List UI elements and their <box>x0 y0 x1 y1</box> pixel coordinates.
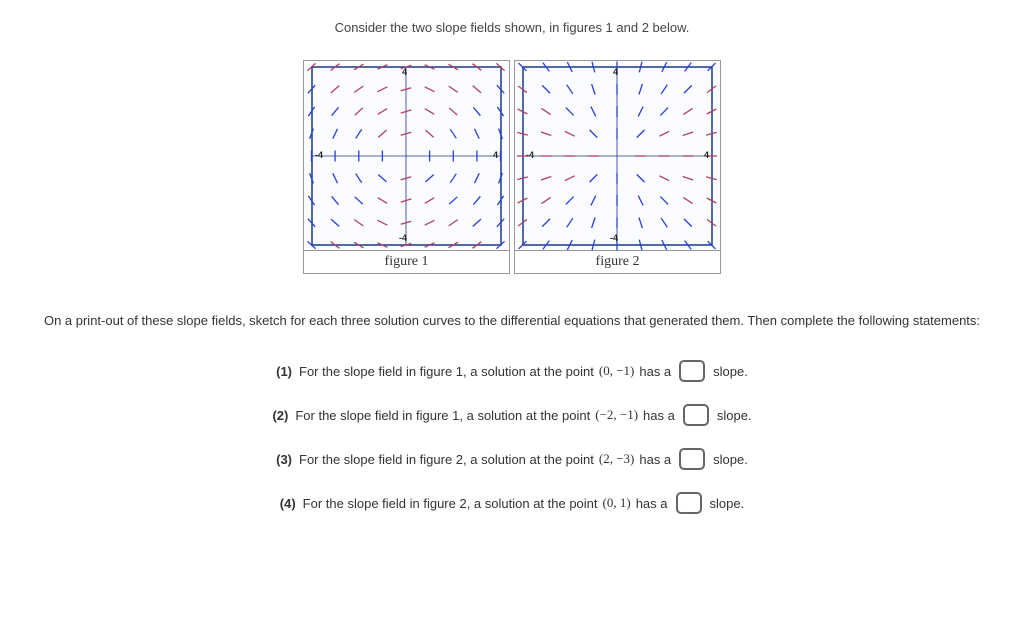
questions-list: (1) For the slope field in figure 1, a s… <box>10 360 1014 514</box>
slope-field-2: 4 -4 -4 4 <box>515 61 720 251</box>
figure-1-caption: figure 1 <box>304 251 509 273</box>
intro-text: Consider the two slope fields shown, in … <box>10 20 1014 35</box>
q4-input[interactable] <box>676 492 702 514</box>
q2-point: (−2, −1) <box>595 407 638 423</box>
q2-pre: For the slope field in figure 1, a solut… <box>295 408 590 423</box>
q3-post1: has a <box>639 452 671 467</box>
axis-top-1: 4 <box>402 68 407 77</box>
question-2: (2) For the slope field in figure 1, a s… <box>272 404 751 426</box>
question-3: (3) For the slope field in figure 2, a s… <box>276 448 748 470</box>
q1-pre: For the slope field in figure 1, a solut… <box>299 364 594 379</box>
axis-top-2: 4 <box>613 68 618 77</box>
q1-num: (1) <box>276 364 292 379</box>
figure-2-caption: figure 2 <box>515 251 720 273</box>
question-1: (1) For the slope field in figure 1, a s… <box>276 360 748 382</box>
q1-point: (0, −1) <box>599 363 635 379</box>
slope-field-1-svg <box>304 61 509 251</box>
q4-num: (4) <box>280 496 296 511</box>
figure-2-cell: 4 -4 -4 4 figure 2 <box>514 60 721 274</box>
figures-container: 4 -4 -4 4 figure 1 4 -4 -4 4 figure 2 <box>10 60 1014 274</box>
q2-input[interactable] <box>683 404 709 426</box>
q3-post2: slope. <box>713 452 748 467</box>
q4-pre: For the slope field in figure 2, a solut… <box>303 496 598 511</box>
q2-post1: has a <box>643 408 675 423</box>
q1-post2: slope. <box>713 364 748 379</box>
slope-field-1: 4 -4 -4 4 <box>304 61 509 251</box>
q4-post2: slope. <box>710 496 745 511</box>
slope-field-2-svg <box>515 61 720 251</box>
question-4: (4) For the slope field in figure 2, a s… <box>280 492 744 514</box>
q2-num: (2) <box>272 408 288 423</box>
axis-bottom-2: -4 <box>610 234 618 243</box>
axis-left-2: -4 <box>526 151 534 160</box>
q3-input[interactable] <box>679 448 705 470</box>
axis-bottom-1: -4 <box>399 234 407 243</box>
axis-left-1: -4 <box>315 151 323 160</box>
q3-num: (3) <box>276 452 292 467</box>
q3-point: (2, −3) <box>599 451 635 467</box>
q2-post2: slope. <box>717 408 752 423</box>
instructions-text: On a print-out of these slope fields, sk… <box>10 309 1014 332</box>
axis-right-1: 4 <box>493 151 498 160</box>
figure-1-cell: 4 -4 -4 4 figure 1 <box>303 60 510 274</box>
q1-input[interactable] <box>679 360 705 382</box>
axis-right-2: 4 <box>704 151 709 160</box>
q4-post1: has a <box>636 496 668 511</box>
q1-post1: has a <box>639 364 671 379</box>
q3-pre: For the slope field in figure 2, a solut… <box>299 452 594 467</box>
q4-point: (0, 1) <box>603 495 631 511</box>
